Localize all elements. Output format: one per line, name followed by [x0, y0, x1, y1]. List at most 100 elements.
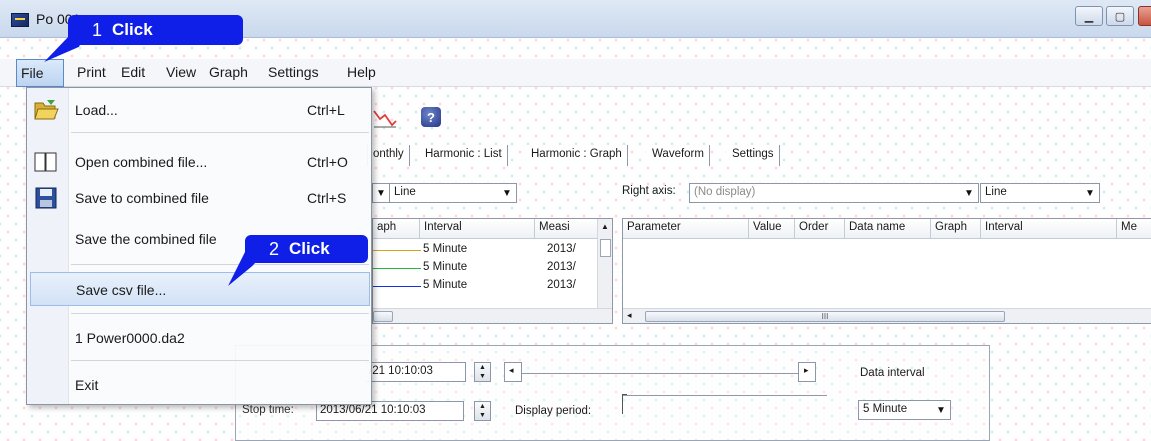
start-time-slider[interactable]	[522, 373, 798, 374]
display-period-label: Display period:	[515, 405, 592, 417]
folder-open-icon	[34, 100, 59, 120]
row-interval: 5 Minute	[423, 261, 468, 273]
table-row[interactable]: 5 Minute 2013/	[373, 259, 612, 277]
menu-graph[interactable]: Graph	[209, 64, 248, 80]
menu-item-shortcut: Ctrl+S	[307, 190, 347, 206]
scroll-thumb[interactable]	[600, 239, 611, 257]
menu-item-label: Save csv file...	[76, 282, 167, 298]
series-line-swatch	[373, 268, 421, 269]
tab-waveform[interactable]: Waveform	[647, 145, 710, 166]
menu-item-save-combined[interactable]: Save to combined file Ctrl+S	[27, 181, 371, 215]
maximize-button[interactable]: ▢	[1106, 6, 1134, 26]
menu-view[interactable]: View	[166, 64, 196, 80]
table-row[interactable]: 5 Minute 2013/	[373, 241, 612, 259]
start-time-field[interactable]: /21 10:10:03	[366, 362, 466, 382]
menu-bar: File Print Edit View Graph Settings Help	[0, 59, 1151, 87]
stop-time-label: Stop time:	[242, 404, 294, 416]
start-slider-right-button[interactable]: ▸	[798, 362, 816, 382]
row-measurement: 2013/	[547, 243, 576, 255]
column-header-data-name[interactable]: Data name	[845, 219, 931, 239]
start-slider-left-button[interactable]: ◂	[504, 362, 522, 382]
display-period-slider[interactable]	[622, 395, 827, 396]
chevron-down-icon: ▼	[376, 187, 386, 199]
tab-harmonic-graph[interactable]: Harmonic : Graph	[526, 145, 628, 166]
table-row[interactable]: 5 Minute 2013/	[373, 277, 612, 295]
start-time-spinner[interactable]: ▲ ▼	[474, 362, 491, 382]
right-line-style-value: Line	[985, 186, 1007, 198]
column-header-parameter[interactable]: Parameter	[623, 219, 749, 239]
menu-settings[interactable]: Settings	[268, 64, 319, 80]
menu-separator	[71, 264, 369, 265]
stop-time-value: 2013/06/21 10:10:03	[320, 404, 426, 416]
column-header-graph[interactable]: aph	[373, 219, 420, 239]
column-header-measurement[interactable]: Me	[1117, 219, 1151, 239]
menu-separator	[71, 313, 369, 314]
close-button[interactable]	[1138, 6, 1151, 26]
menu-item-exit[interactable]: Exit	[27, 368, 371, 402]
menu-item-shortcut: Ctrl+L	[307, 102, 345, 118]
scroll-up-icon[interactable]: ▲	[601, 222, 609, 231]
menu-separator	[71, 360, 369, 361]
column-header-measurement[interactable]: Measi	[535, 219, 598, 239]
right-parameter-table: Parameter Value Order Data name Graph In…	[622, 218, 1151, 324]
callout-number: 2	[269, 238, 280, 259]
menu-help[interactable]: Help	[347, 64, 376, 80]
right-axis-label: Right axis:	[622, 185, 676, 197]
callout-step-1: 1 Click	[68, 15, 243, 45]
table-header: Parameter Value Order Data name Graph In…	[623, 219, 1151, 239]
scroll-thumb[interactable]: III	[645, 311, 1005, 322]
callout-text: Click	[289, 239, 330, 258]
scroll-left-icon[interactable]: ◂	[627, 310, 632, 321]
left-line-style-select[interactable]: Line ▼	[389, 183, 517, 203]
menu-item-label: Open combined file...	[75, 154, 208, 170]
data-interval-value: 5 Minute	[863, 403, 908, 415]
row-measurement: 2013/	[547, 261, 576, 273]
chevron-down-icon: ▼	[936, 404, 946, 416]
menu-item-label: Save the combined file	[75, 231, 217, 247]
tab-harmonic-list[interactable]: Harmonic : List	[420, 145, 508, 166]
stop-time-spinner[interactable]: ▲ ▼	[474, 401, 491, 421]
help-icon[interactable]: ?	[421, 107, 441, 127]
minimize-button[interactable]: ▁	[1075, 6, 1103, 26]
horizontal-scrollbar[interactable]	[373, 308, 612, 323]
menu-item-load[interactable]: Load... Ctrl+L	[27, 93, 371, 127]
maximize-icon: ▢	[1114, 10, 1126, 23]
display-period-slider-thumb[interactable]	[622, 394, 627, 414]
tab-settings[interactable]: Settings	[727, 145, 780, 166]
row-interval: 5 Minute	[423, 279, 468, 291]
series-line-swatch	[373, 250, 421, 251]
column-header-interval[interactable]: Interval	[981, 219, 1117, 239]
callout-number: 1	[92, 19, 103, 40]
menu-item-open-combined[interactable]: Open combined file... Ctrl+O	[27, 145, 371, 179]
data-interval-select[interactable]: 5 Minute ▼	[858, 400, 951, 420]
right-line-style-select[interactable]: Line ▼	[980, 183, 1100, 203]
column-header-interval[interactable]: Interval	[420, 219, 535, 239]
menu-edit[interactable]: Edit	[121, 64, 145, 80]
scroll-thumb[interactable]	[373, 311, 393, 322]
graph-tool-icon[interactable]	[373, 107, 397, 129]
menu-item-save-csv[interactable]: Save csv file...	[30, 272, 370, 306]
start-time-value: /21 10:10:03	[369, 365, 433, 377]
save-disk-icon	[35, 187, 57, 209]
left-axis-select[interactable]: ▼	[372, 183, 390, 203]
column-header-order[interactable]: Order	[795, 219, 845, 239]
minimize-icon: ▁	[1084, 10, 1094, 23]
chevron-down-icon: ▼	[964, 187, 974, 199]
scroll-grip-icon: III	[821, 312, 829, 321]
menu-item-label: Save to combined file	[75, 190, 209, 206]
chevron-down-icon: ▼	[1085, 187, 1095, 199]
vertical-scrollbar[interactable]: ▲	[597, 219, 612, 308]
column-header-value[interactable]: Value	[749, 219, 795, 239]
horizontal-scrollbar[interactable]: ◂ III	[623, 308, 1151, 323]
data-interval-label: Data interval	[860, 367, 925, 379]
menu-file[interactable]: File	[16, 59, 64, 87]
column-header-graph[interactable]: Graph	[931, 219, 981, 239]
tab-monthly[interactable]: onthly	[367, 145, 410, 166]
book-icon	[34, 152, 57, 172]
right-axis-select[interactable]: (No display) ▼	[689, 183, 979, 203]
callout-step-2: 2 Click	[245, 235, 368, 263]
left-line-style-value: Line	[394, 186, 416, 198]
menu-print[interactable]: Print	[77, 64, 106, 80]
menu-item-recent-file[interactable]: 1 Power0000.da2	[27, 321, 371, 355]
menu-item-shortcut: Ctrl+O	[307, 154, 348, 170]
